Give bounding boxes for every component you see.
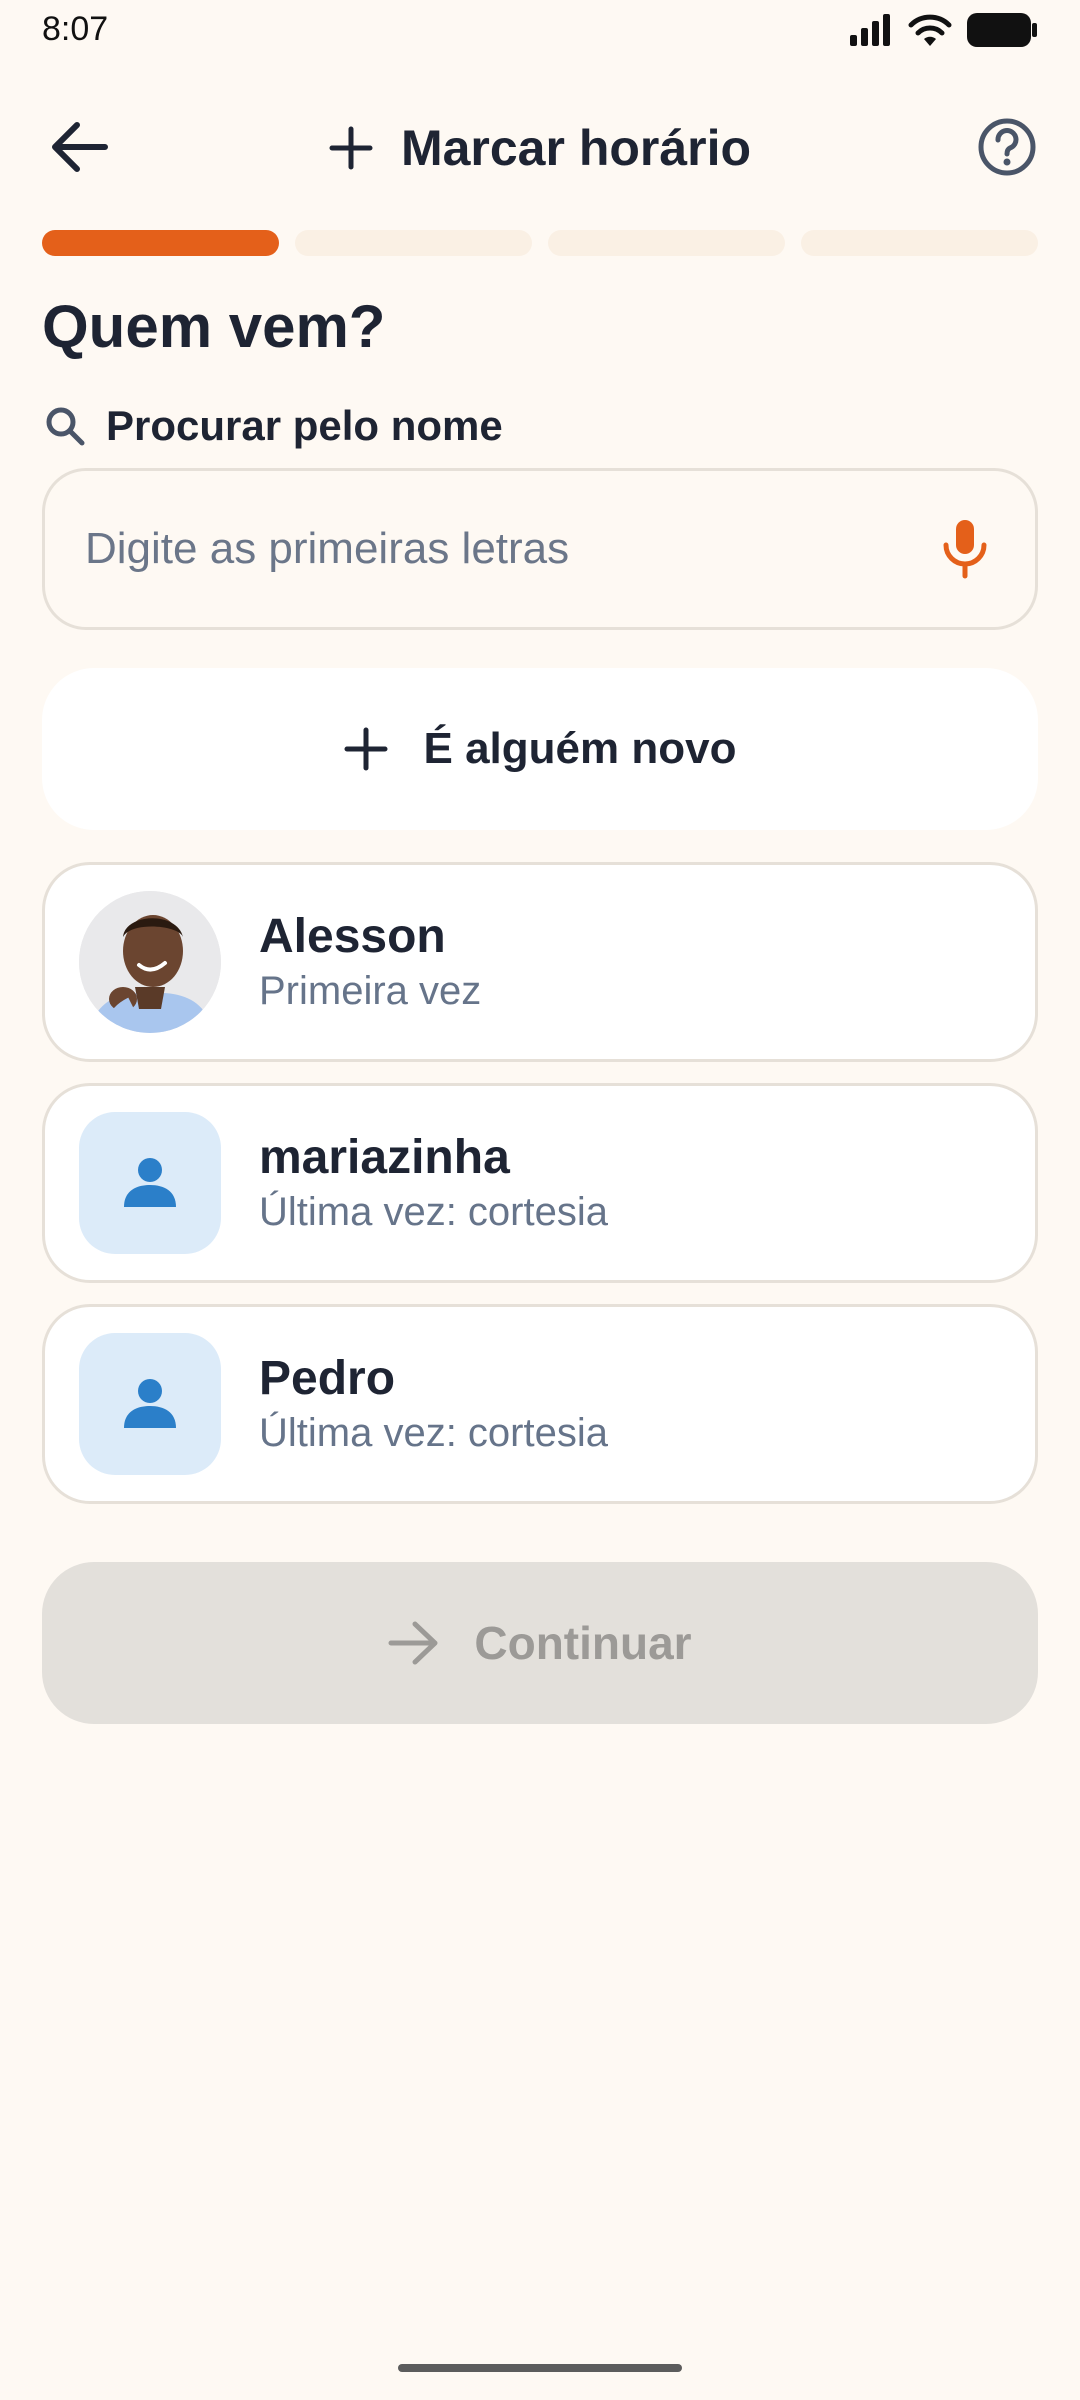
person-icon [124, 1158, 176, 1207]
person-icon [124, 1379, 176, 1428]
client-text: mariazinha Última vez: cortesia [259, 1129, 608, 1237]
plus-icon [344, 727, 388, 771]
client-name: Alesson [259, 910, 446, 963]
client-name: mariazinha [259, 1131, 510, 1184]
status-bar: 8:07 [0, 0, 1080, 62]
client-subtitle: Última vez: cortesia [259, 1411, 608, 1455]
add-new-client-button[interactable]: É alguém novo [42, 668, 1038, 830]
continue-label: Continuar [474, 1617, 692, 1669]
microphone-icon [943, 520, 987, 579]
client-card-alesson[interactable]: Alesson Primeira vez [42, 862, 1038, 1062]
client-name: Pedro [259, 1352, 396, 1405]
client-subtitle: Última vez: cortesia [259, 1190, 608, 1234]
status-time: 8:07 [42, 10, 109, 48]
section-title: Quem vem? [42, 293, 386, 360]
avatar [79, 1333, 221, 1475]
avatar [79, 891, 221, 1033]
search-label-row: Procurar pelo nome [44, 398, 503, 454]
search-icon [46, 407, 85, 446]
plus-icon [329, 126, 373, 170]
avatar [79, 1112, 221, 1254]
client-subtitle: Primeira vez [259, 969, 482, 1013]
screen: 8:07 Marcar horário Quem vem? Procurar p… [0, 0, 1080, 2400]
header: Marcar horário [0, 110, 1080, 186]
add-new-client-label: É alguém novo [423, 724, 737, 773]
signal-icon [850, 14, 890, 46]
client-card-pedro[interactable]: Pedro Última vez: cortesia [42, 1304, 1038, 1504]
status-icons [848, 12, 1038, 48]
page-title: Marcar horário [400, 120, 752, 176]
continue-button[interactable]: Continuar [42, 1562, 1038, 1724]
client-card-mariazinha[interactable]: mariazinha Última vez: cortesia [42, 1083, 1038, 1283]
progress-step-2 [295, 230, 532, 256]
voice-search-button[interactable] [935, 509, 995, 589]
home-indicator[interactable] [398, 2364, 682, 2372]
client-list: Alesson Primeira vez mariazinha Última v… [42, 862, 1038, 1525]
avatar-photo [79, 891, 221, 1033]
progress-step-1 [42, 230, 279, 256]
progress-step-4 [801, 230, 1038, 256]
client-text: Pedro Última vez: cortesia [259, 1350, 608, 1458]
progress-step-3 [548, 230, 785, 256]
arrow-right-icon [388, 1621, 438, 1665]
help-button[interactable] [974, 114, 1040, 180]
help-circle-icon [978, 118, 1036, 176]
search-input[interactable] [85, 524, 935, 574]
search-label: Procurar pelo nome [106, 402, 503, 449]
step-progress [42, 230, 1038, 256]
battery-icon [967, 13, 1037, 47]
search-box [42, 468, 1038, 630]
client-text: Alesson Primeira vez [259, 908, 481, 1016]
wifi-icon [908, 14, 952, 46]
